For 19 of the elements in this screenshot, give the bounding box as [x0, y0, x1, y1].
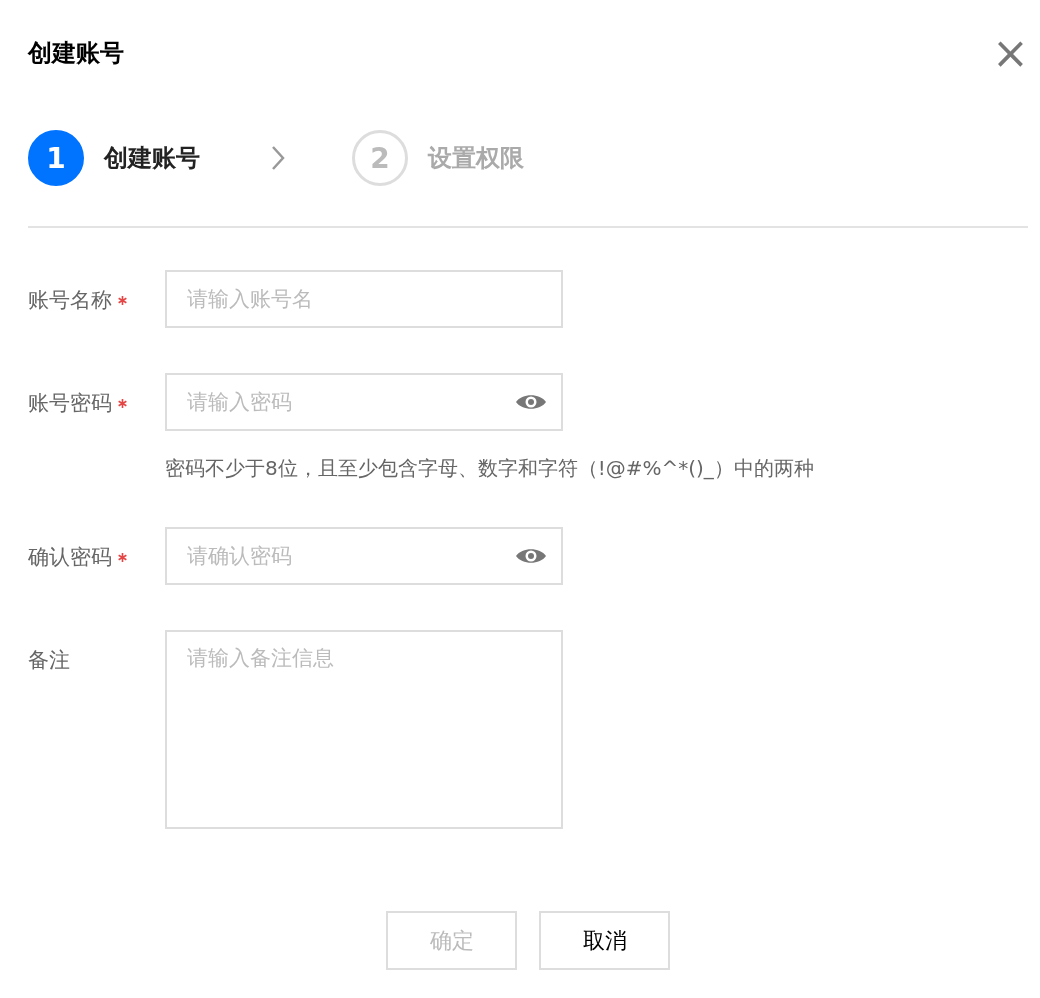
field-label: 账号密码 — [28, 390, 112, 417]
remarks-field[interactable]: 请输入备注信息 — [165, 630, 563, 829]
eye-icon[interactable] — [515, 392, 547, 412]
password-field[interactable]: 请确认密码 — [165, 527, 563, 585]
password-field[interactable]: 请输入密码 — [165, 373, 563, 431]
eye-icon[interactable] — [515, 546, 547, 566]
password-hint: 密码不少于8位，且至少包含字母、数字和字符（!@#%^*()_）中的两种 — [165, 455, 814, 482]
step-number: 1 — [28, 130, 84, 186]
step-label: 设置权限 — [428, 143, 524, 174]
step-label: 创建账号 — [104, 143, 200, 174]
field-label: 确认密码 — [28, 544, 112, 571]
chevron-right-icon — [270, 144, 286, 172]
field-label: 账号名称 — [28, 287, 112, 314]
step-number: 2 — [352, 130, 408, 186]
close-button[interactable]: × — [992, 31, 1028, 75]
input-field[interactable]: 请输入账号名 — [165, 270, 563, 328]
field-label: 备注 — [28, 647, 70, 674]
dialog-title: 创建账号 — [28, 38, 124, 69]
cancel-button[interactable]: 取消 — [539, 911, 670, 970]
